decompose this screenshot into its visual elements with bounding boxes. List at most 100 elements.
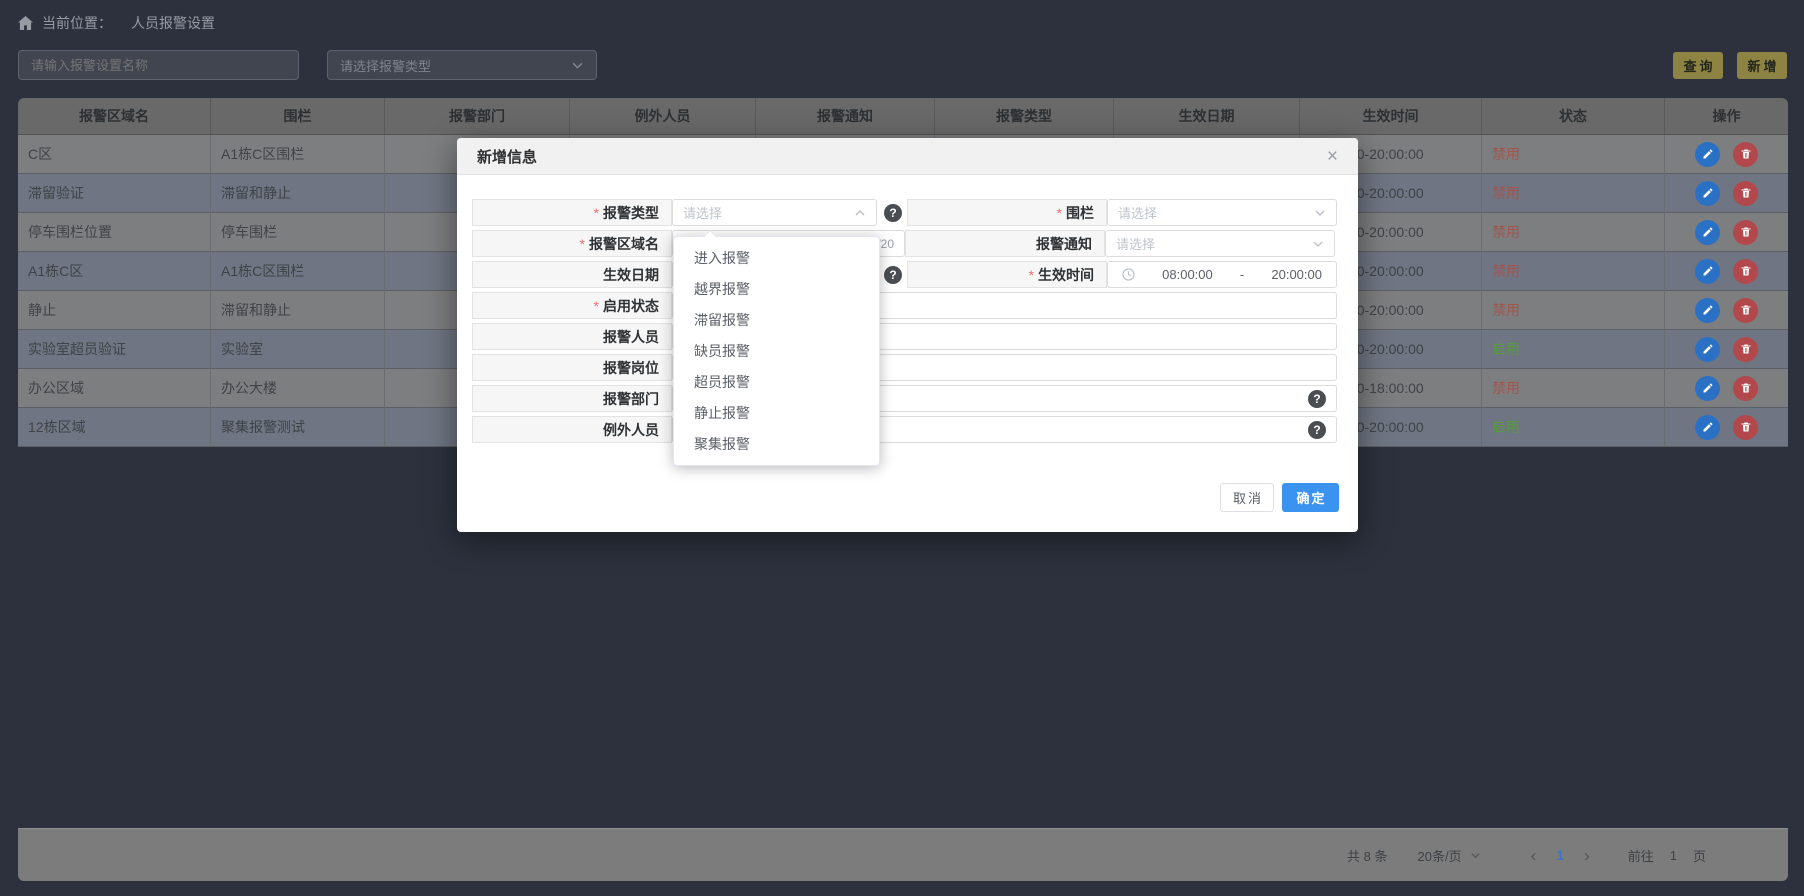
goto-label: 前往 [1628,846,1654,865]
goto-page-input[interactable]: 1 [1670,848,1677,863]
delete-button[interactable] [1733,181,1758,206]
fence-placeholder: 请选择 [1118,203,1157,222]
cell-ops [1665,174,1788,213]
alarm-post-label: 报警岗位 [472,354,672,381]
add-info-modal: 新增信息 × * 报警类型 请选择 ? * 围栏 请选择 * 报警 [457,138,1358,532]
current-page[interactable]: 1 [1556,847,1564,863]
help-icon[interactable]: ? [884,204,902,222]
effective-time-range[interactable]: 08:00:00 - 20:00:00 [1107,261,1337,288]
add-button[interactable]: 新增 [1737,52,1787,79]
table-header-row: 报警区域名 围栏 报警部门 例外人员 报警通知 报警类型 生效日期 生效时间 状… [18,98,1788,135]
delete-button[interactable] [1733,220,1758,245]
fence-select[interactable]: 请选择 [1107,199,1337,226]
notify-label-text: 报警通知 [1036,234,1092,254]
edit-button[interactable] [1695,298,1720,323]
edit-button[interactable] [1695,220,1720,245]
pencil-icon [1702,421,1714,433]
delete-button[interactable] [1733,259,1758,284]
trash-icon [1740,265,1752,277]
area-name-label: * 报警区域名 [472,230,672,257]
dropdown-option[interactable]: 滞留报警 [674,305,879,336]
cell-fence: 实验室 [211,330,385,369]
next-page-button[interactable]: › [1584,847,1590,864]
edit-button[interactable] [1695,142,1720,167]
prev-page-button[interactable]: ‹ [1531,847,1537,864]
col-header-type: 报警类型 [935,98,1114,135]
help-icon[interactable]: ? [1308,421,1326,439]
notify-select[interactable]: 请选择 [1105,230,1335,257]
effective-date-label: 生效日期 [472,261,672,288]
modal-header: 新增信息 × [457,138,1358,175]
status-badge: 禁用 [1492,222,1520,242]
edit-button[interactable] [1695,415,1720,440]
trash-icon [1740,304,1752,316]
cell-fence: 聚集报警测试 [211,408,385,447]
trash-icon [1740,148,1752,160]
query-button[interactable]: 查询 [1673,52,1723,79]
page-size-select[interactable]: 20条/页 [1418,846,1481,865]
cell-ops [1665,252,1788,291]
modal-title: 新增信息 [477,146,537,167]
cell-area: 滞留验证 [18,174,211,213]
dropdown-option[interactable]: 超员报警 [674,367,879,398]
required-mark: * [1029,267,1034,283]
pencil-icon [1702,304,1714,316]
help-icon[interactable]: ? [1308,390,1326,408]
status-badge: 禁用 [1492,144,1520,164]
dropdown-option[interactable]: 聚集报警 [674,429,879,460]
col-header-fence: 围栏 [211,98,385,135]
time-separator: - [1240,267,1244,282]
dropdown-option[interactable]: 进入报警 [674,243,879,274]
form-row-alarm-dept: 报警部门 ? [472,385,1337,412]
cell-fence: A1栋C区围栏 [211,252,385,291]
notify-placeholder: 请选择 [1116,234,1155,253]
required-mark: * [1057,205,1062,221]
edit-button[interactable] [1695,376,1720,401]
dropdown-option[interactable]: 缺员报警 [674,336,879,367]
cell-status: 禁用 [1482,135,1665,174]
close-icon[interactable]: × [1327,147,1338,166]
edit-button[interactable] [1695,337,1720,362]
delete-button[interactable] [1733,415,1758,440]
edit-button[interactable] [1695,259,1720,284]
col-header-dept: 报警部门 [385,98,570,135]
alarm-type-filter-placeholder: 请选择报警类型 [340,56,431,75]
help-icon[interactable]: ? [884,266,902,284]
chevron-down-icon [1312,238,1324,250]
pencil-icon [1702,265,1714,277]
time-end[interactable]: 20:00:00 [1271,267,1322,282]
delete-button[interactable] [1733,142,1758,167]
cell-status: 禁用 [1482,291,1665,330]
dropdown-option[interactable]: 静止报警 [674,398,879,429]
cancel-button[interactable]: 取消 [1220,483,1274,512]
alarm-type-select[interactable]: 请选择 [672,199,877,226]
cell-status: 启用 [1482,330,1665,369]
delete-button[interactable] [1733,337,1758,362]
breadcrumb-page: 人员报警设置 [131,13,215,33]
exception-person-label-text: 例外人员 [603,420,659,440]
pencil-icon [1702,226,1714,238]
col-header-date: 生效日期 [1114,98,1300,135]
delete-button[interactable] [1733,376,1758,401]
delete-button[interactable] [1733,298,1758,323]
trash-icon [1740,187,1752,199]
page-size-value: 20条/页 [1418,846,1462,865]
trash-icon [1740,343,1752,355]
search-input[interactable] [18,50,299,80]
confirm-button[interactable]: 确定 [1282,483,1339,512]
alarm-type-filter-select[interactable]: 请选择报警类型 [327,50,597,80]
cell-fence: 滞留和静止 [211,291,385,330]
cell-area: 实验室超员验证 [18,330,211,369]
dropdown-option[interactable]: 越界报警 [674,274,879,305]
alarm-type-dropdown: 进入报警 越界报警 滞留报警 缺员报警 超员报警 静止报警 聚集报警 [673,236,880,466]
enable-status-label-text: 启用状态 [603,296,659,316]
time-start[interactable]: 08:00:00 [1162,267,1213,282]
pencil-icon [1702,148,1714,160]
status-badge: 禁用 [1492,378,1520,398]
form-row-enable-status: * 启用状态 [472,292,1337,319]
cell-status: 禁用 [1482,213,1665,252]
edit-button[interactable] [1695,181,1720,206]
col-header-notify: 报警通知 [756,98,935,135]
cell-status: 禁用 [1482,174,1665,213]
cell-ops [1665,135,1788,174]
